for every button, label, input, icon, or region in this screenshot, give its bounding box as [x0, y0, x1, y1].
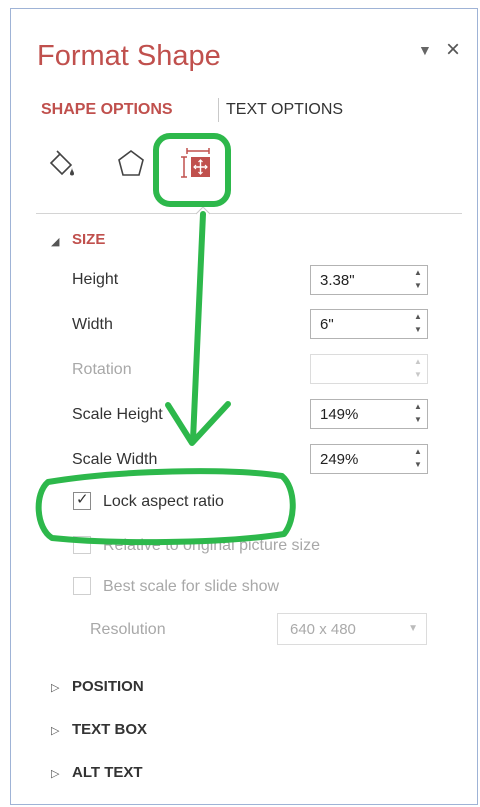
best-scale-checkbox: [73, 577, 91, 595]
width-value: 6": [320, 316, 334, 333]
lock-aspect-ratio-label[interactable]: Lock aspect ratio: [103, 493, 224, 511]
scale-width-value: 249%: [320, 451, 359, 468]
tab-text-options[interactable]: TEXT OPTIONS: [226, 101, 343, 119]
width-label: Width: [72, 316, 113, 333]
width-spinner[interactable]: 6" ▲ ▼: [310, 309, 428, 339]
checkmark-icon: ✓: [76, 491, 89, 508]
chevron-down-icon: ▼: [408, 623, 418, 634]
size-properties-button[interactable]: [181, 146, 215, 180]
height-value: 3.38": [320, 272, 355, 289]
section-position-header[interactable]: POSITION: [72, 678, 144, 695]
section-alt-text-header[interactable]: ALT TEXT: [72, 764, 143, 781]
relative-to-original-label: Relative to original picture size: [103, 537, 320, 554]
spinner-arrows-icon[interactable]: ▲ ▼: [409, 445, 427, 473]
fill-line-button[interactable]: [44, 146, 78, 180]
resolution-label: Resolution: [90, 621, 166, 638]
pane-options-dropdown-icon[interactable]: ▼: [418, 42, 432, 58]
collapsed-caret-icon[interactable]: ▷: [51, 724, 59, 737]
active-tab-pointer-icon: [196, 206, 210, 215]
fill-line-icon: [49, 150, 74, 176]
height-label: Height: [72, 271, 119, 288]
spinner-arrows-icon[interactable]: ▲ ▼: [409, 310, 427, 338]
best-scale-label: Best scale for slide show: [103, 578, 280, 595]
section-divider: [36, 213, 462, 214]
rotation-spinner: ▲ ▼: [310, 354, 428, 384]
effects-button[interactable]: [114, 146, 148, 180]
scale-height-value: 149%: [320, 406, 359, 423]
section-text-box-header[interactable]: TEXT BOX: [72, 721, 147, 738]
scale-width-label: Scale Width: [72, 451, 158, 468]
effects-pentagon-icon: [118, 150, 144, 176]
tab-shape-options[interactable]: SHAPE OPTIONS: [41, 101, 173, 119]
pane-title: Format Shape: [37, 40, 221, 72]
section-size-header[interactable]: SIZE: [72, 231, 105, 248]
resolution-value: 640 x 480: [290, 621, 356, 638]
size-properties-icon: [181, 148, 210, 178]
expanded-caret-icon[interactable]: ◢: [51, 235, 59, 248]
scale-height-label: Scale Height: [72, 406, 163, 423]
spinner-arrows-icon[interactable]: ▲ ▼: [409, 266, 427, 294]
rotation-label: Rotation: [72, 361, 132, 378]
scale-width-spinner[interactable]: 249% ▲ ▼: [310, 444, 428, 474]
tab-separator: [218, 98, 219, 122]
resolution-select: 640 x 480 ▼: [277, 613, 427, 645]
collapsed-caret-icon[interactable]: ▷: [51, 767, 59, 780]
relative-to-original-checkbox: [73, 536, 91, 554]
close-icon[interactable]: ×: [446, 36, 460, 64]
spinner-arrows-icon: ▲ ▼: [414, 357, 422, 379]
height-spinner[interactable]: 3.38" ▲ ▼: [310, 265, 428, 295]
lock-aspect-ratio-checkbox[interactable]: ✓: [73, 491, 91, 510]
collapsed-caret-icon[interactable]: ▷: [51, 681, 59, 694]
scale-height-spinner[interactable]: 149% ▲ ▼: [310, 399, 428, 429]
spinner-arrows-icon[interactable]: ▲ ▼: [409, 400, 427, 428]
